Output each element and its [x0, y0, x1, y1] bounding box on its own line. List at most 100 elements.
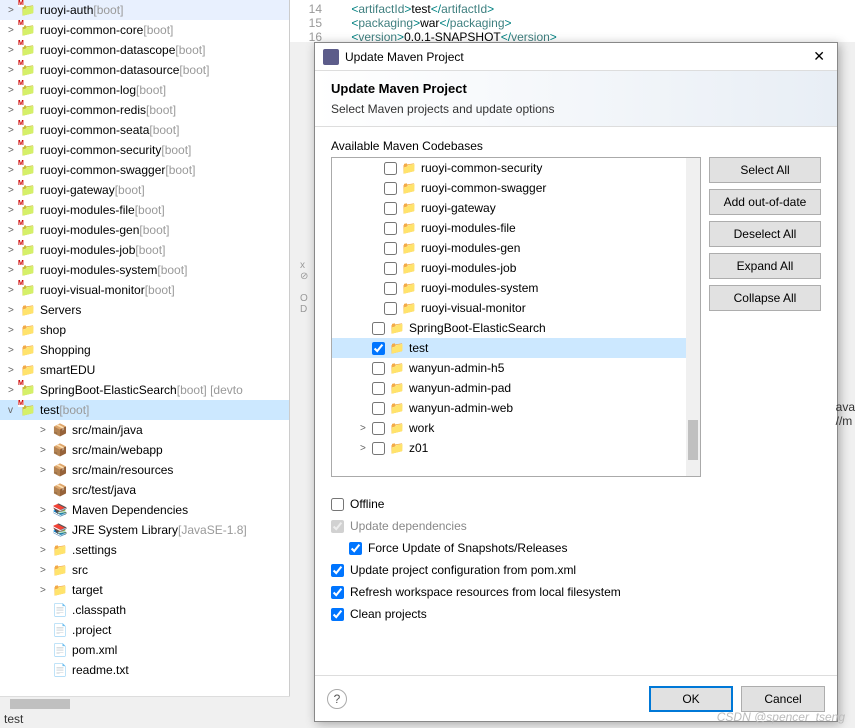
codebase-item[interactable]: 📁ruoyi-gateway: [332, 198, 700, 218]
project-item[interactable]: >Mruoyi-gateway [boot]: [0, 180, 289, 200]
codebase-item[interactable]: 📁ruoyi-modules-gen: [332, 238, 700, 258]
vertical-scrollbar[interactable]: [686, 158, 700, 476]
cancel-button[interactable]: Cancel: [741, 686, 825, 712]
expand-arrow-icon[interactable]: >: [40, 425, 52, 436]
codebase-checkbox[interactable]: [372, 402, 385, 415]
codebase-checkbox[interactable]: [372, 382, 385, 395]
update-config-option[interactable]: Update project configuration from pom.xm…: [331, 559, 821, 581]
project-item[interactable]: >MSpringBoot-ElasticSearch [boot] [devto: [0, 380, 289, 400]
expand-arrow-icon[interactable]: >: [8, 365, 20, 376]
child-item[interactable]: >📦src/main/java: [0, 420, 289, 440]
expand-all-button[interactable]: Expand All: [709, 253, 821, 279]
child-item[interactable]: >📚JRE System Library [JavaSE-1.8]: [0, 520, 289, 540]
expand-arrow-icon[interactable]: >: [40, 585, 52, 596]
codebase-item[interactable]: 📁wanyun-admin-h5: [332, 358, 700, 378]
offline-option[interactable]: Offline: [331, 493, 821, 515]
refresh-option[interactable]: Refresh workspace resources from local f…: [331, 581, 821, 603]
add-out-of-date-button[interactable]: Add out-of-date: [709, 189, 821, 215]
codebase-item[interactable]: 📁ruoyi-common-security: [332, 158, 700, 178]
horizontal-scrollbar[interactable]: [0, 696, 290, 710]
child-item[interactable]: >📦src/main/webapp: [0, 440, 289, 460]
codebase-checkbox[interactable]: [384, 262, 397, 275]
project-item[interactable]: >Mruoyi-auth [boot]: [0, 0, 289, 20]
project-item[interactable]: >Mruoyi-common-security [boot]: [0, 140, 289, 160]
codebase-checkbox[interactable]: [372, 362, 385, 375]
codebase-item[interactable]: >📁z01: [332, 438, 700, 458]
project-item[interactable]: >📁smartEDU: [0, 360, 289, 380]
child-item[interactable]: >📁target: [0, 580, 289, 600]
codebase-item[interactable]: 📁ruoyi-modules-job: [332, 258, 700, 278]
scrollbar-thumb[interactable]: [10, 699, 70, 709]
expand-arrow-icon[interactable]: >: [40, 465, 52, 476]
codebase-item[interactable]: 📁wanyun-admin-pad: [332, 378, 700, 398]
codebase-item[interactable]: 📁ruoyi-modules-system: [332, 278, 700, 298]
project-item[interactable]: >Mruoyi-modules-system [boot]: [0, 260, 289, 280]
child-item[interactable]: 📄.project: [0, 620, 289, 640]
help-icon[interactable]: ?: [327, 689, 347, 709]
clean-checkbox[interactable]: [331, 608, 344, 621]
codebase-checkbox[interactable]: [384, 302, 397, 315]
child-item[interactable]: 📄readme.txt: [0, 660, 289, 680]
project-item[interactable]: >Mruoyi-common-log [boot]: [0, 80, 289, 100]
codebase-item[interactable]: 📁SpringBoot-ElasticSearch: [332, 318, 700, 338]
codebase-item[interactable]: 📁wanyun-admin-web: [332, 398, 700, 418]
child-item[interactable]: 📦src/test/java: [0, 480, 289, 500]
ok-button[interactable]: OK: [649, 686, 733, 712]
project-item[interactable]: >📁shop: [0, 320, 289, 340]
force-update-checkbox[interactable]: [349, 542, 362, 555]
codebase-checkbox[interactable]: [384, 202, 397, 215]
child-item[interactable]: >📦src/main/resources: [0, 460, 289, 480]
expand-arrow-icon[interactable]: >: [8, 325, 20, 336]
project-item[interactable]: >Mruoyi-visual-monitor [boot]: [0, 280, 289, 300]
select-all-button[interactable]: Select All: [709, 157, 821, 183]
child-item[interactable]: 📄pom.xml: [0, 640, 289, 660]
codebase-item[interactable]: 📁ruoyi-modules-file: [332, 218, 700, 238]
codebase-checkbox[interactable]: [384, 282, 397, 295]
codebase-item[interactable]: >📁work: [332, 418, 700, 438]
update-config-checkbox[interactable]: [331, 564, 344, 577]
child-item[interactable]: >📁.settings: [0, 540, 289, 560]
project-explorer[interactable]: >Mruoyi-auth [boot]>Mruoyi-common-core […: [0, 0, 290, 710]
project-item[interactable]: >📁Servers: [0, 300, 289, 320]
expand-arrow-icon[interactable]: >: [360, 423, 372, 434]
child-item[interactable]: >📁src: [0, 560, 289, 580]
dialog-titlebar[interactable]: Update Maven Project ✕: [315, 43, 837, 71]
project-item[interactable]: >Mruoyi-modules-gen [boot]: [0, 220, 289, 240]
project-item[interactable]: >Mruoyi-common-datasource [boot]: [0, 60, 289, 80]
expand-arrow-icon[interactable]: >: [40, 445, 52, 456]
project-item-expanded[interactable]: vMtest [boot]: [0, 400, 289, 420]
deselect-all-button[interactable]: Deselect All: [709, 221, 821, 247]
project-item[interactable]: >Mruoyi-modules-job [boot]: [0, 240, 289, 260]
codebase-checkbox[interactable]: [384, 242, 397, 255]
offline-checkbox[interactable]: [331, 498, 344, 511]
codebase-checkbox[interactable]: [384, 162, 397, 175]
close-icon[interactable]: ✕: [809, 48, 829, 65]
project-item[interactable]: >Mruoyi-common-redis [boot]: [0, 100, 289, 120]
expand-arrow-icon[interactable]: >: [40, 545, 52, 556]
expand-arrow-icon[interactable]: >: [40, 505, 52, 516]
codebase-list[interactable]: 📁ruoyi-common-security📁ruoyi-common-swag…: [331, 157, 701, 477]
collapse-all-button[interactable]: Collapse All: [709, 285, 821, 311]
expand-arrow-icon[interactable]: >: [40, 565, 52, 576]
codebase-checkbox[interactable]: [372, 342, 385, 355]
project-item[interactable]: >Mruoyi-common-datascope [boot]: [0, 40, 289, 60]
expand-arrow-icon[interactable]: >: [8, 305, 20, 316]
codebase-checkbox[interactable]: [384, 222, 397, 235]
project-item[interactable]: >Mruoyi-common-core [boot]: [0, 20, 289, 40]
expand-arrow-icon[interactable]: >: [8, 345, 20, 356]
child-item[interactable]: >📚Maven Dependencies: [0, 500, 289, 520]
codebase-checkbox[interactable]: [384, 182, 397, 195]
project-item[interactable]: >Mruoyi-common-seata [boot]: [0, 120, 289, 140]
scrollbar-thumb[interactable]: [688, 420, 698, 460]
child-item[interactable]: 📄.classpath: [0, 600, 289, 620]
expand-arrow-icon[interactable]: >: [40, 525, 52, 536]
code-editor[interactable]: 14 <artifactId>test</artifactId>15 <pack…: [290, 0, 855, 42]
project-item[interactable]: >Mruoyi-modules-file [boot]: [0, 200, 289, 220]
codebase-item[interactable]: 📁test: [332, 338, 700, 358]
clean-option[interactable]: Clean projects: [331, 603, 821, 625]
force-update-option[interactable]: Force Update of Snapshots/Releases: [331, 537, 821, 559]
codebase-checkbox[interactable]: [372, 322, 385, 335]
codebase-checkbox[interactable]: [372, 422, 385, 435]
expand-arrow-icon[interactable]: >: [360, 443, 372, 454]
codebase-checkbox[interactable]: [372, 442, 385, 455]
